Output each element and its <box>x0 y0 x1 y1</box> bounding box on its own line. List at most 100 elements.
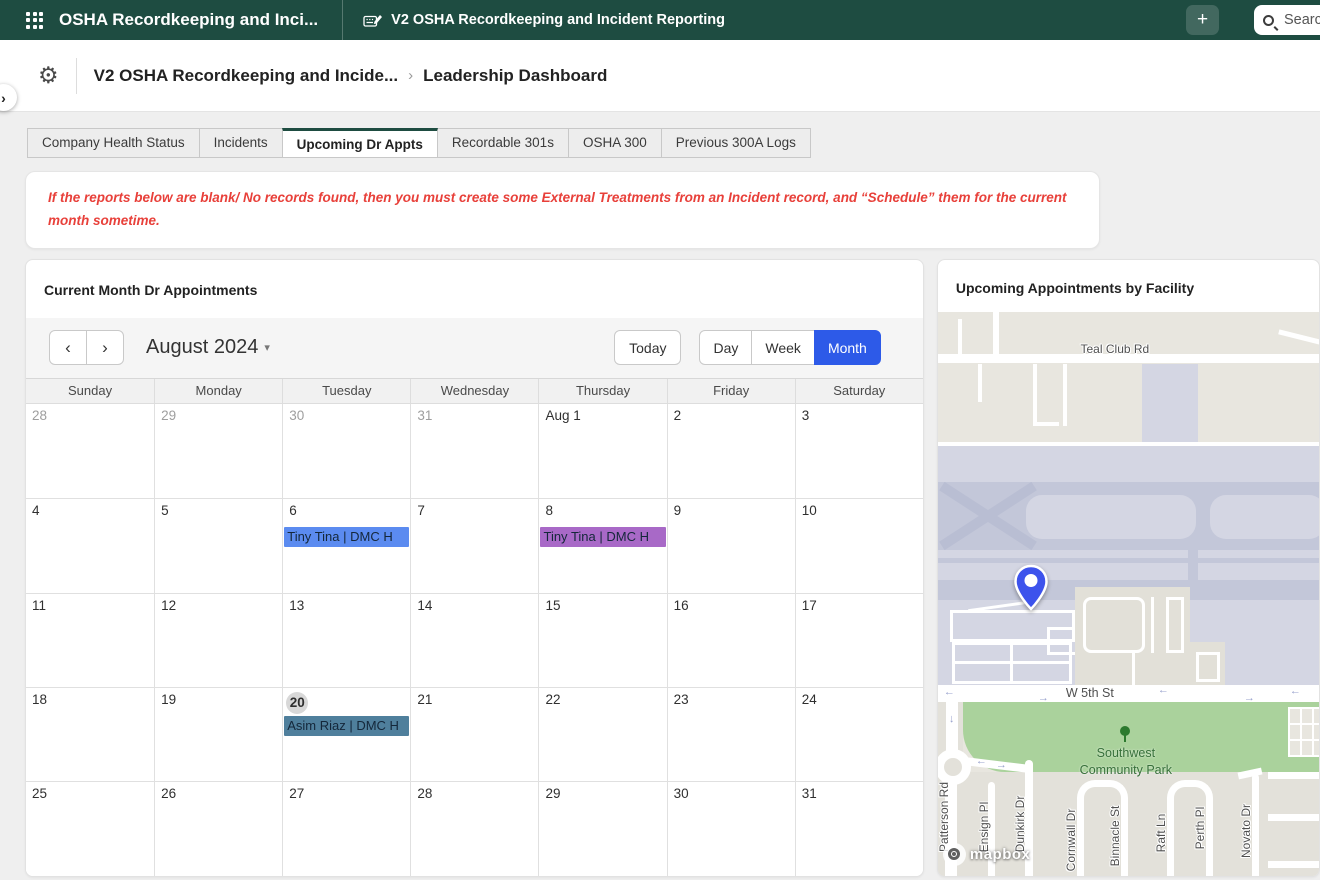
day-cell-20[interactable]: 20Asim Riaz | DMC H <box>282 687 410 781</box>
day-cell-31[interactable]: 31 <box>410 404 538 498</box>
day-cell-27[interactable]: 27 <box>282 781 410 875</box>
day-cell-aug-1[interactable]: Aug 1 <box>538 404 666 498</box>
day-cell-23[interactable]: 23 <box>667 687 795 781</box>
one-way-arrow-icon: ↓ <box>949 714 955 725</box>
mapbox-wordmark: mapbox <box>970 846 1031 863</box>
calendar-event-6[interactable]: Tiny Tina | DMC H <box>284 527 409 547</box>
tab-recordable-301s[interactable]: Recordable 301s <box>437 128 569 158</box>
day-number: 7 <box>411 499 538 525</box>
day-number: 16 <box>668 594 795 620</box>
breadcrumb-app[interactable]: V2 OSHA Recordkeeping and Incide... <box>94 66 399 86</box>
day-number: 27 <box>283 782 410 808</box>
one-way-arrow-icon: ← <box>944 687 955 698</box>
road-label-w5th: W 5th St <box>1066 686 1114 700</box>
day-number: 15 <box>539 594 666 620</box>
day-cell-29[interactable]: 29 <box>538 781 666 875</box>
tab-upcoming-dr-appts[interactable]: Upcoming Dr Appts <box>282 128 438 158</box>
facility-marker-pin[interactable] <box>1012 564 1050 614</box>
map-shape <box>1300 707 1302 757</box>
day-number: 5 <box>155 499 282 525</box>
mapbox-attribution[interactable]: mapbox <box>943 843 1031 866</box>
park-label-line2: Community Park <box>1080 763 1172 777</box>
street-label-raft-ln: Raft Ln <box>1154 814 1168 853</box>
day-cell-31[interactable]: 31 <box>795 781 923 875</box>
day-cell-10[interactable]: 10 <box>795 498 923 592</box>
day-cell-22[interactable]: 22 <box>538 687 666 781</box>
search-input[interactable] <box>1282 11 1320 29</box>
tab-company-health-status[interactable]: Company Health Status <box>27 128 200 158</box>
day-cell-24[interactable]: 24 <box>795 687 923 781</box>
day-number: 26 <box>155 782 282 808</box>
tab-osha-300[interactable]: OSHA 300 <box>568 128 662 158</box>
month-label: August 2024 <box>146 336 258 358</box>
calendar-event-20[interactable]: Asim Riaz | DMC H <box>284 716 409 736</box>
today-button[interactable]: Today <box>614 330 681 365</box>
prev-month-button[interactable]: ‹ <box>49 330 87 365</box>
day-number: 17 <box>796 594 923 620</box>
day-cell-18[interactable]: 18 <box>26 687 154 781</box>
main-row: Current Month Dr Appointments ‹ › August… <box>25 259 1320 877</box>
map-shape <box>1288 707 1319 757</box>
search-box[interactable] <box>1254 5 1320 35</box>
workspace-title-group[interactable]: V2 OSHA Recordkeeping and Incident Repor… <box>363 12 725 28</box>
day-cell-21[interactable]: 21 <box>410 687 538 781</box>
app-builder-icon <box>363 12 383 28</box>
day-cell-7[interactable]: 7 <box>410 498 538 592</box>
day-number: 4 <box>26 499 154 525</box>
day-cell-19[interactable]: 19 <box>154 687 282 781</box>
day-cell-4[interactable]: 4 <box>26 498 154 592</box>
next-month-button[interactable]: › <box>86 330 124 365</box>
day-cell-15[interactable]: 15 <box>538 593 666 687</box>
day-cell-12[interactable]: 12 <box>154 593 282 687</box>
map-shape <box>1083 597 1145 653</box>
sidebar-expand-button[interactable]: › <box>0 84 17 111</box>
weekday-header: SundayMondayTuesdayWednesdayThursdayFrid… <box>26 378 923 404</box>
day-cell-2[interactable]: 2 <box>667 404 795 498</box>
view-button-day[interactable]: Day <box>699 330 752 365</box>
view-button-week[interactable]: Week <box>751 330 815 365</box>
day-cell-11[interactable]: 11 <box>26 593 154 687</box>
map-shape <box>1142 364 1198 446</box>
day-cell-9[interactable]: 9 <box>667 498 795 592</box>
day-cell-25[interactable]: 25 <box>26 781 154 875</box>
map-shape <box>938 442 1319 446</box>
day-cell-6[interactable]: 6Tiny Tina | DMC H <box>282 498 410 592</box>
day-cell-29[interactable]: 29 <box>154 404 282 498</box>
day-cell-5[interactable]: 5 <box>154 498 282 592</box>
tab-previous-300a-logs[interactable]: Previous 300A Logs <box>661 128 811 158</box>
top-bar: OSHA Recordkeeping and Inci... V2 OSHA R… <box>0 0 1320 40</box>
day-cell-17[interactable]: 17 <box>795 593 923 687</box>
day-cell-16[interactable]: 16 <box>667 593 795 687</box>
day-cell-30[interactable]: 30 <box>667 781 795 875</box>
weekday-saturday: Saturday <box>795 379 923 403</box>
day-number: 23 <box>668 688 795 714</box>
apps-grid-icon[interactable] <box>26 12 43 29</box>
day-number: 29 <box>539 782 666 808</box>
day-cell-14[interactable]: 14 <box>410 593 538 687</box>
day-cell-30[interactable]: 30 <box>282 404 410 498</box>
weekday-monday: Monday <box>154 379 282 403</box>
tab-incidents[interactable]: Incidents <box>199 128 283 158</box>
day-cell-8[interactable]: 8Tiny Tina | DMC H <box>538 498 666 592</box>
day-cell-13[interactable]: 13 <box>282 593 410 687</box>
map-shape <box>1288 723 1319 725</box>
month-dropdown[interactable]: August 2024▾ <box>146 336 270 359</box>
day-cell-28[interactable]: 28 <box>410 781 538 875</box>
weekday-sunday: Sunday <box>26 379 154 403</box>
map-card: Upcoming Appointments by Facility <box>937 259 1320 877</box>
day-number: 25 <box>26 782 154 808</box>
map-shape <box>1026 495 1196 539</box>
weekday-friday: Friday <box>667 379 795 403</box>
add-button[interactable]: + <box>1186 5 1219 35</box>
notice-card: If the reports below are blank/ No recor… <box>25 171 1100 249</box>
day-cell-28[interactable]: 28 <box>26 404 154 498</box>
street-label-patterson-rd: Patterson Rd <box>938 782 951 852</box>
facility-map[interactable]: Teal Club Rd W 5th St Southwest Communit… <box>938 312 1319 876</box>
street-label-novato-dr: Novato Dr <box>1239 804 1253 858</box>
day-cell-3[interactable]: 3 <box>795 404 923 498</box>
day-cell-26[interactable]: 26 <box>154 781 282 875</box>
gear-icon[interactable]: ⚙ <box>38 64 59 87</box>
weekday-thursday: Thursday <box>538 379 666 403</box>
calendar-event-8[interactable]: Tiny Tina | DMC H <box>540 527 665 547</box>
view-button-month[interactable]: Month <box>814 330 881 365</box>
